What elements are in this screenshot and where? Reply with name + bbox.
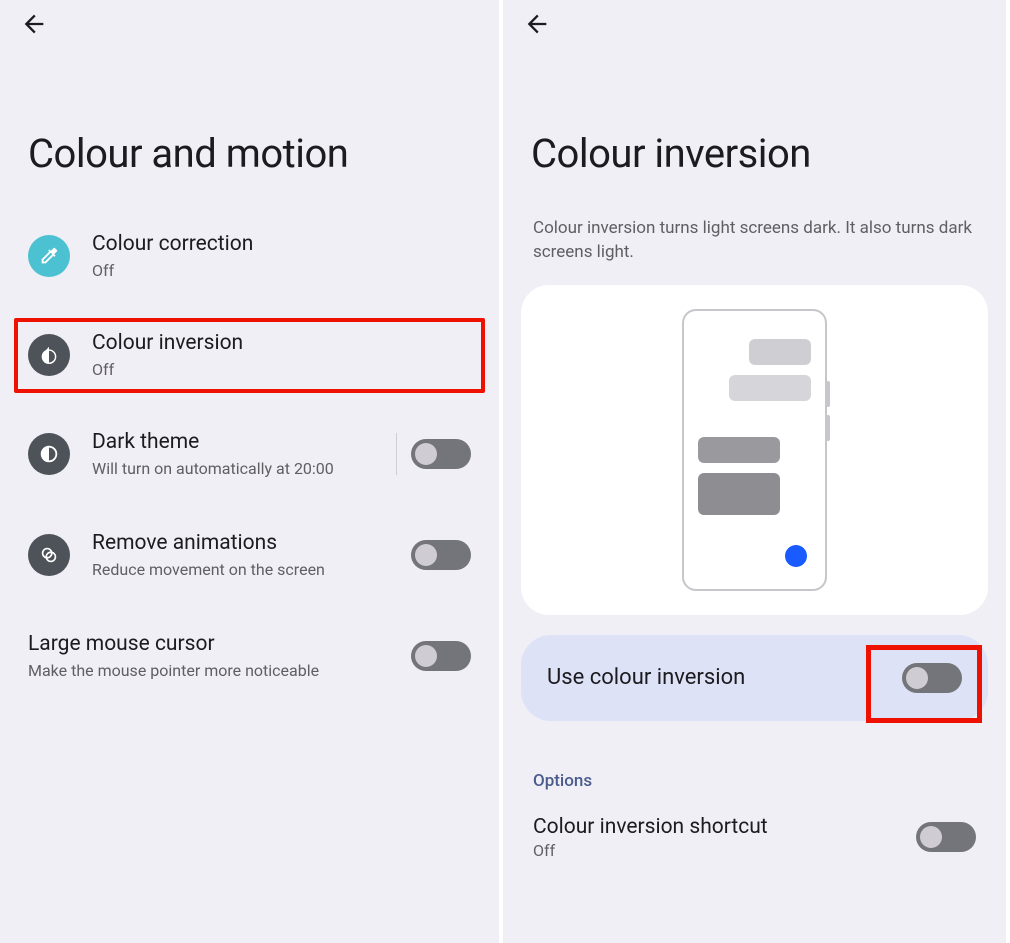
preview-card [521,285,988,615]
remove-animations-toggle[interactable] [411,540,471,570]
shortcut-toggle[interactable] [916,822,976,852]
row-title: Remove animations [92,530,411,557]
arrow-left-icon [20,10,48,38]
row-divider [396,433,397,475]
row-subtitle: Off [92,359,471,381]
back-button[interactable] [20,10,48,42]
row-subtitle: Will turn on automatically at 20:00 [92,458,390,480]
back-button[interactable] [523,10,551,42]
dark-theme-row[interactable]: Dark theme Will turn on automatically at… [14,415,485,494]
dark-theme-toggle[interactable] [411,439,471,469]
use-colour-inversion-row[interactable]: Use colour inversion [521,635,988,721]
colour-inversion-shortcut-row[interactable]: Colour inversion shortcut Off [503,801,1006,874]
colour-and-motion-screen: Colour and motion Colour correction Off … [0,0,503,943]
large-mouse-cursor-row[interactable]: Large mouse cursor Make the mouse pointe… [14,617,485,696]
row-title: Large mouse cursor [28,631,411,658]
animations-icon [28,534,70,576]
row-title: Colour inversion [92,330,471,357]
invert-colors-icon [28,334,70,376]
remove-animations-row[interactable]: Remove animations Reduce movement on the… [14,516,485,595]
description-text: Colour inversion turns light screens dar… [503,217,1006,285]
colour-inversion-row[interactable]: Colour inversion Off [14,318,485,393]
row-subtitle: Off [533,841,916,860]
options-section-label: Options [503,721,1006,801]
row-subtitle: Off [92,260,471,282]
phone-illustration [682,309,827,591]
row-subtitle: Reduce movement on the screen [92,559,411,581]
row-title: Colour inversion shortcut [533,815,916,839]
arrow-left-icon [523,10,551,38]
settings-list: Colour correction Off Colour inversion O… [0,217,499,695]
row-subtitle: Make the mouse pointer more noticeable [28,660,411,682]
use-colour-inversion-toggle[interactable] [902,663,962,693]
large-cursor-toggle[interactable] [411,641,471,671]
eyedropper-icon [28,235,70,277]
colour-inversion-screen: Colour inversion Colour inversion turns … [503,0,1006,943]
page-title: Colour and motion [0,0,499,217]
row-title: Colour correction [92,231,471,258]
use-colour-inversion-label: Use colour inversion [547,665,745,690]
row-title: Dark theme [92,429,390,456]
colour-correction-row[interactable]: Colour correction Off [14,217,485,296]
dark-theme-icon [28,433,70,475]
page-title: Colour inversion [503,0,1006,217]
